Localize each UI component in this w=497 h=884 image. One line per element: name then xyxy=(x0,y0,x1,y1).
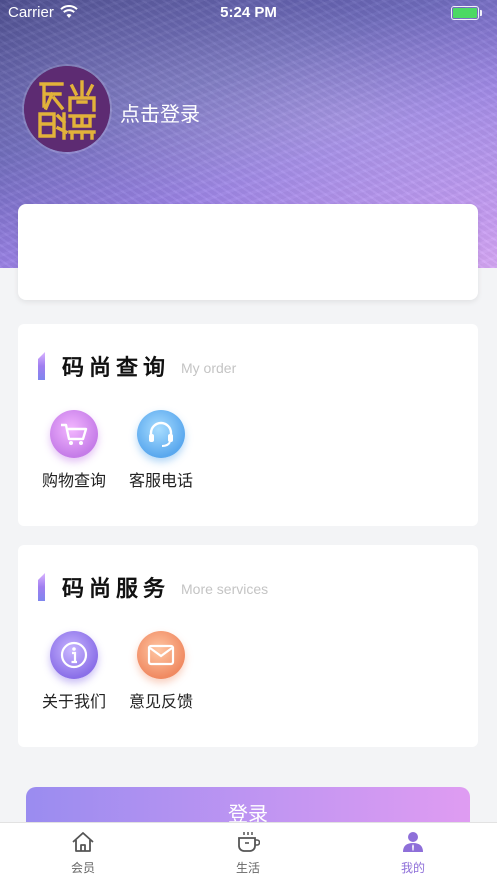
info-card xyxy=(18,204,478,300)
section-subtitle: More services xyxy=(181,581,269,597)
section-accent-bar xyxy=(38,352,45,380)
feedback-button[interactable]: 意见反馈 xyxy=(121,631,201,712)
info-icon xyxy=(50,631,98,679)
customer-service-label: 客服电话 xyxy=(128,471,193,490)
avatar[interactable] xyxy=(24,66,110,152)
query-section: 码尚查询 My order 购物查询 客服电话 xyxy=(18,324,478,526)
shopping-cart-icon xyxy=(50,410,98,458)
tab-mine-label: 我的 xyxy=(400,861,425,875)
logo-glyph xyxy=(24,66,110,152)
tab-member-label: 会员 xyxy=(70,861,95,875)
tab-life[interactable]: 生活 xyxy=(208,831,288,876)
battery-icon xyxy=(451,6,482,20)
section-title: 码尚查询 xyxy=(62,356,171,381)
section-accent-bar xyxy=(38,573,45,601)
tab-member[interactable]: 会员 xyxy=(43,831,123,876)
home-icon xyxy=(72,832,94,852)
customer-service-button[interactable]: 客服电话 xyxy=(121,410,201,491)
user-icon xyxy=(403,832,423,852)
status-bar: Carrier 5:24 PM xyxy=(0,0,497,26)
section-subtitle: My order xyxy=(181,360,237,376)
tab-mine[interactable]: 我的 xyxy=(373,831,453,876)
services-section: 码尚服务 More services 关于我们 意见反馈 xyxy=(18,545,478,747)
login-prompt[interactable]: 点击登录 xyxy=(120,98,200,127)
tab-life-label: 生活 xyxy=(235,861,260,875)
about-us-label: 关于我们 xyxy=(41,692,106,711)
status-time: 5:24 PM xyxy=(220,4,277,21)
shopping-query-label: 购物查询 xyxy=(41,471,106,490)
headset-icon xyxy=(137,410,185,458)
mail-icon xyxy=(137,631,185,679)
about-us-button[interactable]: 关于我们 xyxy=(34,631,114,712)
coffee-cup-icon xyxy=(238,832,261,852)
tab-bar: 会员 生活 我的 xyxy=(0,822,497,884)
shopping-query-button[interactable]: 购物查询 xyxy=(34,410,114,491)
section-title: 码尚服务 xyxy=(62,577,171,602)
feedback-label: 意见反馈 xyxy=(128,692,193,711)
